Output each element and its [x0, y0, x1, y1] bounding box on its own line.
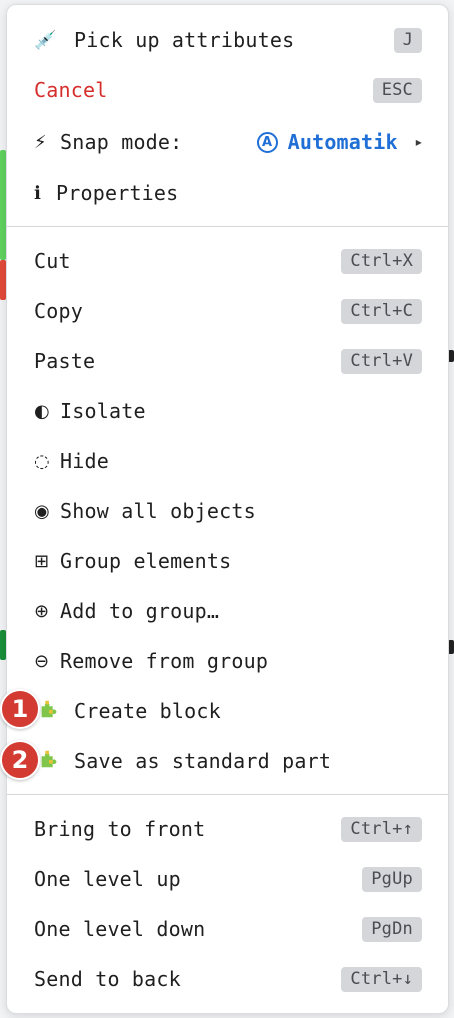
menu-item-label: Cancel — [34, 78, 108, 102]
menu-item-label: Remove from group — [60, 649, 269, 673]
dotted-circle-icon: ◌ — [34, 450, 50, 472]
menu-item-paste[interactable]: Paste Ctrl+V — [7, 336, 448, 386]
annotation-badge-1: 1 — [0, 689, 40, 729]
menu-item-snap-mode[interactable]: ⚡ Snap mode: A Automatik ▸ — [7, 117, 448, 167]
menu-item-send-to-back[interactable]: Send to back Ctrl+↓ — [7, 954, 448, 1004]
syringe-icon: 💉 — [34, 29, 57, 51]
menu-divider — [7, 226, 448, 227]
filled-circle-icon: ◉ — [34, 500, 50, 522]
lightning-icon: ⚡ — [34, 131, 47, 153]
menu-item-isolate[interactable]: ◐ Isolate — [7, 386, 448, 436]
menu-item-label: Bring to front — [34, 817, 206, 841]
snap-mode-value[interactable]: A Automatik — [256, 130, 398, 154]
shortcut-badge: Ctrl+C — [341, 298, 422, 324]
squared-plus-icon: ⊞ — [34, 550, 50, 572]
menu-item-label: Paste — [34, 349, 96, 373]
menu-item-cancel[interactable]: Cancel ESC — [7, 65, 448, 115]
menu-item-one-level-up[interactable]: One level up PgUp — [7, 854, 448, 904]
menu-item-pick-up-attributes[interactable]: 💉 Pick up attributes J — [7, 15, 448, 65]
menu-item-label: Send to back — [34, 967, 181, 991]
menu-divider — [7, 794, 448, 795]
menu-item-show-all-objects[interactable]: ◉ Show all objects — [7, 486, 448, 536]
shortcut-badge: Ctrl+V — [341, 348, 422, 374]
menu-item-label: Add to group… — [60, 599, 220, 623]
menu-item-cut[interactable]: Cut Ctrl+X — [7, 236, 448, 286]
circled-plus-icon: ⊕ — [34, 600, 50, 622]
context-menu: 💉 Pick up attributes J Cancel ESC ⚡ Snap… — [6, 4, 449, 1014]
menu-item-label: Create block — [74, 699, 221, 723]
menu-item-label: Copy — [34, 299, 83, 323]
menu-item-remove-from-group[interactable]: ⊖ Remove from group — [7, 636, 448, 686]
shortcut-badge: Ctrl+↑ — [341, 816, 422, 842]
automatic-a-icon: A — [256, 131, 278, 153]
puzzle-icon — [38, 698, 74, 725]
shortcut-badge: Ctrl+↓ — [341, 966, 422, 992]
menu-item-label: Group elements — [60, 549, 232, 573]
info-icon: ℹ — [34, 182, 42, 204]
menu-item-label: Show all objects — [60, 499, 256, 523]
half-circle-icon: ◐ — [34, 400, 50, 422]
shortcut-badge: PgDn — [362, 916, 422, 942]
menu-item-add-to-group[interactable]: ⊕ Add to group… — [7, 586, 448, 636]
menu-item-bring-to-front[interactable]: Bring to front Ctrl+↑ — [7, 804, 448, 854]
menu-item-copy[interactable]: Copy Ctrl+C — [7, 286, 448, 336]
submenu-arrow-icon: ▸ — [415, 135, 422, 149]
menu-item-label: Hide — [60, 449, 109, 473]
annotation-badge-2: 2 — [0, 740, 40, 780]
snap-mode-value-label: Automatik — [287, 130, 398, 154]
menu-item-group-elements[interactable]: ⊞ Group elements — [7, 536, 448, 586]
menu-item-label: Properties — [56, 181, 179, 205]
menu-item-properties[interactable]: ℹ Properties — [7, 168, 448, 218]
shortcut-badge: ESC — [372, 77, 422, 103]
menu-item-label: One level down — [34, 917, 206, 941]
shortcut-badge: J — [393, 27, 422, 53]
shortcut-badge: PgUp — [362, 866, 422, 892]
menu-item-one-level-down[interactable]: One level down PgDn — [7, 904, 448, 954]
menu-item-label: Pick up attributes — [74, 28, 295, 52]
circled-minus-icon: ⊖ — [34, 650, 50, 672]
menu-item-label: Save as standard part — [74, 749, 332, 773]
menu-item-create-block[interactable]: Create block — [7, 686, 448, 736]
menu-item-hide[interactable]: ◌ Hide — [7, 436, 448, 486]
menu-item-label: Cut — [34, 249, 71, 273]
menu-item-save-as-standard-part[interactable]: Save as standard part — [7, 736, 448, 786]
menu-item-label: Isolate — [60, 399, 146, 423]
shortcut-badge: Ctrl+X — [341, 248, 422, 274]
menu-item-label: One level up — [34, 867, 181, 891]
puzzle-icon — [38, 748, 74, 775]
menu-item-label: Snap mode: — [60, 130, 183, 154]
